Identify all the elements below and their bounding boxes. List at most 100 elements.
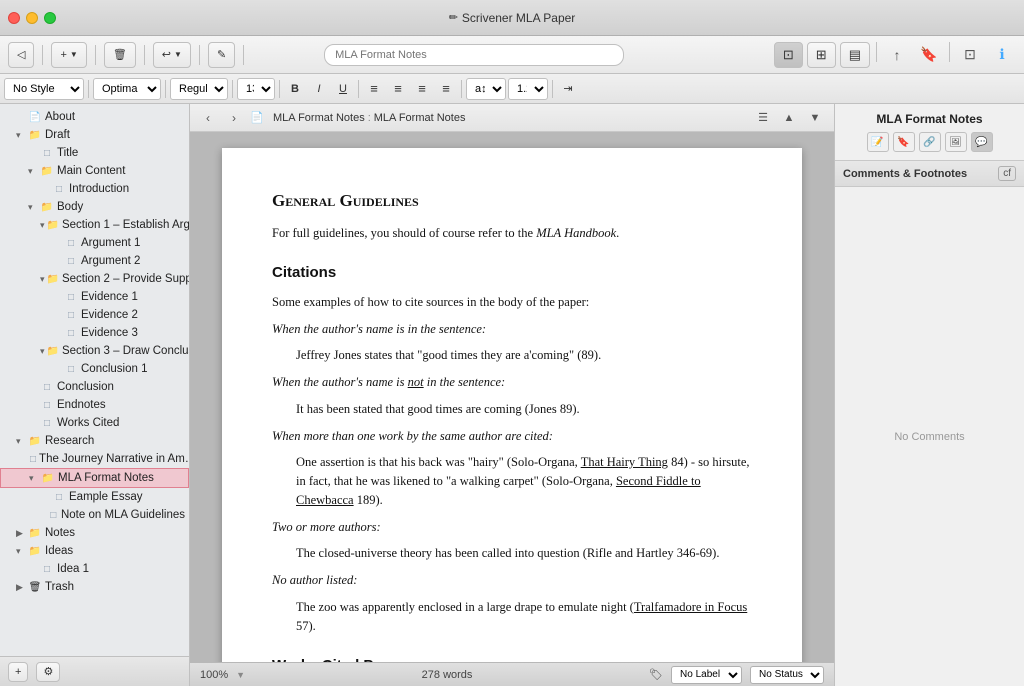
maximize-button[interactable] xyxy=(44,12,56,24)
sidebar-item-endnotes[interactable]: □ Endnotes xyxy=(0,396,189,414)
size-select[interactable]: 13 xyxy=(237,78,275,100)
italic-button[interactable]: I xyxy=(308,78,330,100)
page-icon-ee: □ xyxy=(52,490,66,504)
export-button[interactable]: ↑ xyxy=(883,42,911,68)
sidebar-item-argument2[interactable]: □ Argument 2 xyxy=(0,252,189,270)
bookmark-button[interactable]: 🔖 xyxy=(915,42,943,68)
back-icon: ◁ xyxy=(17,48,25,61)
sidebar-item-ideas[interactable]: ▾ 📁 Ideas xyxy=(0,542,189,560)
style-select[interactable]: No Style xyxy=(4,78,84,100)
sidebar-item-section2[interactable]: ▾ 📁 Section 2 – Provide Suppo… xyxy=(0,270,189,288)
sidebar-settings-button[interactable]: ⚙ xyxy=(36,662,60,682)
close-button[interactable] xyxy=(8,12,20,24)
single-view-button[interactable]: ⊡ xyxy=(774,42,803,68)
align-right-button[interactable]: ≡ xyxy=(411,78,433,100)
sidebar-item-idea1[interactable]: □ Idea 1 xyxy=(0,560,189,578)
search-input[interactable] xyxy=(324,44,624,66)
inspector-tabs: 📝 🔖 🔗 🖼 💬 xyxy=(843,132,1016,152)
inspector-tab-comment[interactable]: 💬 xyxy=(971,132,993,152)
undo-button[interactable]: ↩ ▼ xyxy=(153,42,191,68)
window-title: ✏ Scrivener MLA Paper xyxy=(449,11,576,25)
font-select[interactable]: Optima xyxy=(93,78,161,100)
folder-icon-notes: 📁 xyxy=(28,526,42,540)
sidebar-item-draft[interactable]: ▾ 📁 Draft xyxy=(0,126,189,144)
outline-view-button[interactable]: ▤ xyxy=(840,42,870,68)
toolbar-sep-2 xyxy=(95,45,96,65)
snap-button[interactable]: ⊡ xyxy=(956,42,984,68)
info-button[interactable]: ℹ xyxy=(988,42,1016,68)
indent-button[interactable]: ⇥ xyxy=(557,78,579,100)
weight-select[interactable]: Regular xyxy=(170,78,228,100)
status-icon: 🏷 xyxy=(649,668,663,681)
sidebar-item-about[interactable]: 📄 About xyxy=(0,108,189,126)
sidebar-item-section3[interactable]: ▾ 📁 Section 3 – Draw Conclusi… xyxy=(0,342,189,360)
cite-example-4: The closed-universe theory has been call… xyxy=(272,544,752,563)
inspector-tab-photo[interactable]: 🖼 xyxy=(945,132,967,152)
sidebar-item-evidence1[interactable]: □ Evidence 1 xyxy=(0,288,189,306)
sidebar-item-argument1[interactable]: □ Argument 1 xyxy=(0,234,189,252)
main-layout: 📄 About ▾ 📁 Draft □ Title ▾ 📁 Main Conte… xyxy=(0,104,1024,686)
sidebar-item-section1[interactable]: ▾ 📁 Section 1 – Establish Argu… xyxy=(0,216,189,234)
delete-icon: 🗑 xyxy=(113,48,127,61)
edit-button[interactable]: ✎ xyxy=(208,42,235,68)
cf-btn[interactable]: cf xyxy=(998,166,1016,181)
fmt-sep-7 xyxy=(552,80,553,98)
sidebar-item-journey[interactable]: □ The Journey Narrative in Am… xyxy=(0,450,189,468)
doc-settings-button[interactable]: ☰ xyxy=(752,108,774,128)
sidebar-item-conclusion[interactable]: □ Conclusion xyxy=(0,378,189,396)
doc-forward-button[interactable]: › xyxy=(224,108,244,128)
expand-research: ▾ xyxy=(16,436,26,447)
back-button[interactable]: ◁ xyxy=(8,42,34,68)
sidebar-item-research[interactable]: ▾ 📁 Research xyxy=(0,432,189,450)
inspector-tab-bookmark[interactable]: 🔖 xyxy=(893,132,915,152)
delete-button[interactable]: 🗑 xyxy=(104,42,136,68)
align-left-button[interactable]: ≡ xyxy=(363,78,385,100)
doc-up-button[interactable]: ▲ xyxy=(778,108,800,128)
align-center-button[interactable]: ≡ xyxy=(387,78,409,100)
line-spacing-select[interactable]: a↕ xyxy=(466,78,506,100)
inspector-tab-notes[interactable]: 📝 xyxy=(867,132,889,152)
doc-back-button[interactable]: ‹ xyxy=(198,108,218,128)
toolbar-sep-1 xyxy=(42,45,43,65)
sidebar-item-mla-format-notes[interactable]: ▾ 📁 MLA Format Notes xyxy=(0,468,189,488)
inspector-section-header: Comments & Footnotes cf xyxy=(835,161,1024,187)
spacing-value-select[interactable]: 1.2 xyxy=(508,78,548,100)
inspector-tab-link[interactable]: 🔗 xyxy=(919,132,941,152)
sidebar-item-notes[interactable]: ▶ 📁 Notes xyxy=(0,524,189,542)
trash-icon: 🗑 xyxy=(28,580,42,594)
sidebar-item-works-cited[interactable]: □ Works Cited xyxy=(0,414,189,432)
editor-page[interactable]: General Guidelines For full guidelines, … xyxy=(222,148,802,662)
justify-button[interactable]: ≡ xyxy=(435,78,457,100)
minimize-button[interactable] xyxy=(26,12,38,24)
status-select[interactable]: No Status xyxy=(750,666,824,684)
expand-section1: ▾ xyxy=(40,220,45,231)
sidebar-add-button[interactable]: + xyxy=(8,662,28,682)
expand-ideas: ▾ xyxy=(16,546,26,557)
bold-button[interactable]: B xyxy=(284,78,306,100)
page-icon-e3: □ xyxy=(64,326,78,340)
sidebar-item-example-essay[interactable]: □ Eample Essay xyxy=(0,488,189,506)
add-button[interactable]: + ▼ xyxy=(51,42,86,68)
sidebar-item-evidence2[interactable]: □ Evidence 2 xyxy=(0,306,189,324)
cite-label-4: Two or more authors: xyxy=(272,518,752,537)
toolbar-sep-3 xyxy=(144,45,145,65)
page-icon-a2: □ xyxy=(64,254,78,268)
cite-label-3: When more than one work by the same auth… xyxy=(272,427,752,446)
sidebar-item-conclusion1[interactable]: □ Conclusion 1 xyxy=(0,360,189,378)
status-bar: 100% ▼ 278 words 🏷 No Label No Status xyxy=(190,662,834,686)
sidebar-item-body[interactable]: ▾ 📁 Body xyxy=(0,198,189,216)
sidebar-item-evidence3[interactable]: □ Evidence 3 xyxy=(0,324,189,342)
underline-button[interactable]: U xyxy=(332,78,354,100)
sidebar-item-note-mla[interactable]: □ Note on MLA Guidelines xyxy=(0,506,189,524)
add-icon: + xyxy=(60,49,66,61)
sidebar-item-main-content[interactable]: ▾ 📁 Main Content xyxy=(0,162,189,180)
sidebar-item-trash[interactable]: ▶ 🗑 Trash xyxy=(0,578,189,596)
sidebar-item-introduction[interactable]: □ Introduction xyxy=(0,180,189,198)
content-area: ‹ › 📄 MLA Format Notes : MLA Format Note… xyxy=(190,104,834,686)
label-select[interactable]: No Label xyxy=(671,666,742,684)
cork-view-button[interactable]: ⊞ xyxy=(807,42,836,68)
sidebar-item-title[interactable]: □ Title xyxy=(0,144,189,162)
doc-down-button[interactable]: ▼ xyxy=(804,108,826,128)
doc-toolbar: ‹ › 📄 MLA Format Notes : MLA Format Note… xyxy=(190,104,834,132)
folder-icon-s1: 📁 xyxy=(47,218,59,232)
